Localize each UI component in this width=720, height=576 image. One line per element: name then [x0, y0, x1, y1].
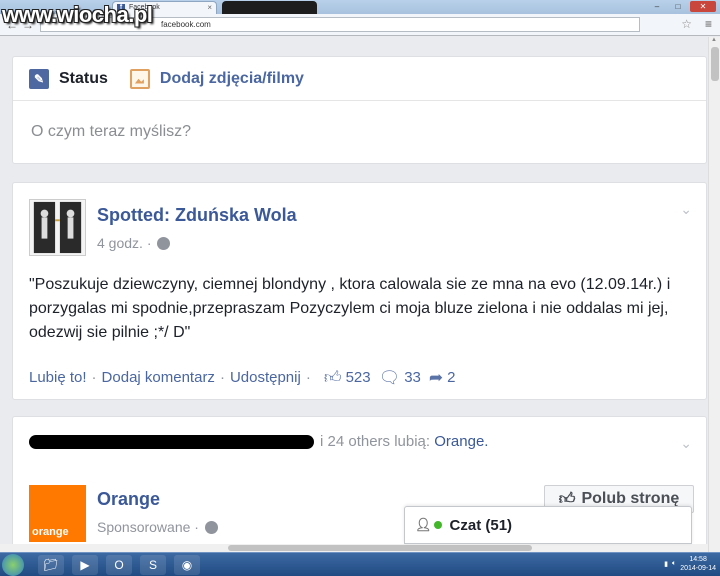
likes-value: 523 [345, 369, 371, 386]
skype-icon[interactable]: S [140, 555, 166, 575]
status-label: Status [59, 69, 108, 87]
minimize-button[interactable]: – [648, 1, 666, 12]
tab-add-photos[interactable]: Dodaj zdjęcia/filmy [129, 68, 304, 89]
likers-suffix: i 24 others lubią: [320, 433, 431, 450]
network-icon[interactable]: ▮ [664, 560, 668, 568]
shares-count[interactable]: ➦ 2 [429, 368, 456, 388]
people-icon: 👤︎ [415, 517, 432, 532]
windows-taskbar: 📁︎ ▶ O S ◉ ▮ 🔈︎ 14:58 2014-09-14 [0, 552, 720, 576]
opera-icon[interactable]: O [106, 555, 132, 575]
chat-bar[interactable]: 👤︎ Czat (51) [404, 506, 692, 544]
separator: · [91, 369, 97, 386]
like-link[interactable]: Lubię to! [29, 369, 87, 386]
comment-icon: 🗨︎ [378, 367, 401, 387]
likers-page-link[interactable]: Orange. [434, 433, 488, 450]
chevron-down-icon[interactable]: ⌄ [680, 435, 692, 452]
photo-icon [129, 68, 150, 89]
start-button[interactable] [2, 554, 24, 576]
chevron-down-icon[interactable]: ⌄ [680, 201, 692, 218]
scroll-thumb[interactable] [711, 47, 719, 81]
chat-label: Czat (51) [449, 516, 513, 534]
orange-logo-text: orange [32, 526, 69, 538]
shares-value: 2 [447, 369, 456, 386]
share-icon: ➦ [428, 367, 444, 387]
watermark: www.wiocha.pl [2, 2, 153, 27]
hscroll-thumb[interactable] [228, 545, 532, 551]
tab-close-icon[interactable]: × [207, 3, 212, 12]
tab-redacted[interactable] [222, 1, 317, 14]
comments-value: 33 [404, 369, 421, 386]
ad-meta: Sponsorowane · [97, 519, 218, 535]
star-icon[interactable]: ☆ [681, 17, 692, 31]
vertical-scrollbar[interactable]: ▲ [708, 37, 720, 552]
comments-count[interactable]: 🗨︎ 33 [379, 368, 421, 388]
globe-icon [157, 236, 171, 250]
post-time[interactable]: 4 godz. · [97, 235, 151, 251]
thumbs-up-icon: 👍︎ [323, 368, 342, 387]
separator: · [305, 369, 311, 386]
share-link[interactable]: Udostępnij [230, 369, 301, 386]
composer-tabs: ✎ Status Dodaj zdjęcia/filmy [13, 57, 706, 101]
system-tray: ▮ 🔈︎ 14:58 2014-09-14 [664, 555, 716, 573]
close-window-button[interactable]: ✕ [690, 1, 716, 12]
redacted-names [29, 434, 314, 449]
clock-time: 14:58 [689, 556, 707, 563]
clock-date: 2014-09-14 [680, 565, 716, 572]
maximize-button[interactable]: □ [669, 1, 687, 12]
pencil-icon: ✎ [29, 68, 49, 89]
media-player-icon[interactable]: ▶ [72, 555, 98, 575]
likes-count[interactable]: 👍︎ 523 [324, 367, 371, 388]
clock[interactable]: 14:58 2014-09-14 [680, 555, 716, 573]
volume-icon[interactable]: 🔈︎ [672, 560, 676, 568]
chrome-icon[interactable]: ◉ [174, 555, 200, 575]
page-name-link[interactable]: Spotted: Zduńska Wola [97, 205, 297, 226]
ad-page-name-link[interactable]: Orange [97, 489, 160, 510]
orange-logo[interactable]: orange [29, 485, 86, 542]
status-composer: ✎ Status Dodaj zdjęcia/filmy O czym tera… [12, 56, 707, 164]
menu-icon[interactable]: ≡ [705, 17, 712, 31]
feed-post: Spotted: Zduńska Wola 4 godz. · ⌄ "Poszu… [12, 182, 707, 400]
horizontal-scrollbar[interactable] [0, 544, 708, 552]
page-avatar[interactable] [29, 199, 86, 256]
post-meta: 4 godz. · [97, 235, 171, 251]
status-input[interactable]: O czym teraz myślisz? [13, 101, 706, 141]
window-controls: – □ ✕ [648, 1, 716, 12]
post-actions: Lubię to! · Dodaj komentarz · Udostępnij… [29, 367, 456, 388]
tab-status[interactable]: ✎ Status [29, 68, 108, 89]
scroll-up-icon[interactable]: ▲ [711, 37, 717, 43]
globe-icon [204, 520, 218, 534]
post-text: "Poszukuje dziewczyny, ciemnej blondyny … [29, 276, 671, 341]
comment-link[interactable]: Dodaj komentarz [102, 369, 215, 386]
sponsored-label: Sponsorowane · [97, 519, 199, 535]
explorer-icon[interactable]: 📁︎ [38, 555, 64, 575]
separator: · [219, 369, 225, 386]
photo-label: Dodaj zdjęcia/filmy [159, 69, 304, 87]
ad-social-context: i 24 others lubią: Orange. [29, 433, 488, 450]
online-status-icon [433, 521, 442, 529]
avatar-image [30, 200, 85, 255]
